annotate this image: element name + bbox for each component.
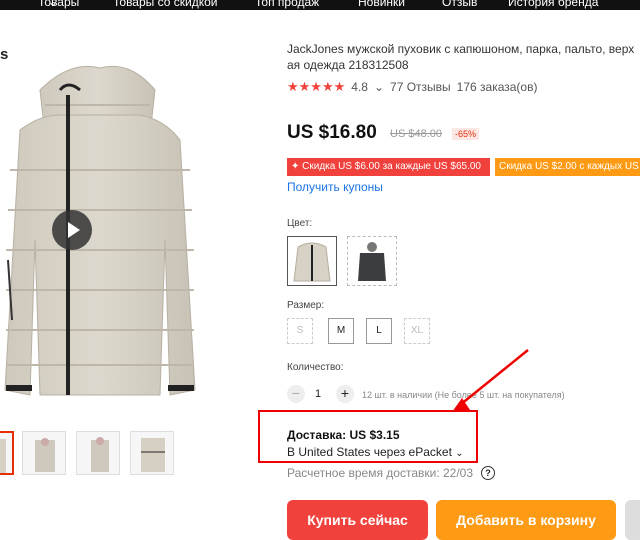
jacket-thumbnail-icon bbox=[141, 438, 165, 472]
reviews-link[interactable]: 77 Отзывы bbox=[390, 80, 451, 94]
chevron-down-icon: ⌄ bbox=[48, 0, 59, 9]
top-nav: Товары ⌄ Товары со скидкой Топ продаж Но… bbox=[0, 0, 640, 10]
nav-item-products[interactable]: Товары bbox=[38, 0, 79, 9]
nav-item-brand-history[interactable]: История бренда bbox=[508, 0, 598, 9]
quantity-decrease-button[interactable]: − bbox=[287, 385, 305, 403]
shipping-method-selector[interactable]: В United States через ePacket ⌄ bbox=[287, 445, 464, 459]
rating-value: 4.8 bbox=[351, 80, 368, 94]
thumbnail-1[interactable] bbox=[0, 431, 14, 475]
help-icon[interactable]: ? bbox=[481, 466, 495, 480]
thumbnail-3[interactable] bbox=[76, 431, 120, 475]
color-label: Цвет: bbox=[287, 218, 313, 229]
nav-item-top-sales[interactable]: Топ продаж bbox=[255, 0, 319, 9]
size-option-s[interactable]: S bbox=[287, 318, 313, 344]
rating-row: ★★★★★ 4.8 ⌄ 77 Отзывы 176 заказа(ов) bbox=[287, 79, 537, 95]
coupon-badge-1[interactable]: ✦ Скидка US $6.00 за каждые US $65.00 bbox=[287, 158, 490, 176]
shipping-method-label: В United States через ePacket bbox=[287, 445, 452, 459]
nav-item-discounts[interactable]: Товары со скидкой bbox=[113, 0, 217, 9]
play-icon bbox=[68, 222, 80, 238]
discount-badge: -65% bbox=[452, 128, 480, 140]
jacket-illustration bbox=[4, 65, 196, 396]
product-title: JackJones мужской пуховик с капюшоном, п… bbox=[287, 42, 635, 72]
coupon-badge-2[interactable]: Скидка US $2.00 с каждых US bbox=[495, 158, 640, 176]
jacket-swatch-icon bbox=[293, 242, 331, 282]
color-option-black[interactable] bbox=[347, 236, 397, 286]
color-option-beige[interactable] bbox=[287, 236, 337, 286]
size-option-m[interactable]: M bbox=[328, 318, 354, 344]
quantity-value[interactable]: 1 bbox=[315, 388, 321, 400]
add-to-cart-button[interactable]: Добавить в корзину bbox=[436, 500, 616, 540]
old-price: US $48.00 bbox=[390, 128, 442, 140]
quantity-increase-button[interactable]: + bbox=[336, 385, 354, 403]
jacket-thumbnail-icon bbox=[91, 437, 109, 472]
nav-item-new[interactable]: Новинки bbox=[358, 0, 405, 9]
buy-now-button[interactable]: Купить сейчас bbox=[287, 500, 428, 540]
thumbnail-2[interactable] bbox=[22, 431, 66, 475]
jacket-thumbnail-icon bbox=[35, 438, 55, 472]
size-option-xl[interactable]: XL bbox=[404, 318, 430, 344]
chevron-down-icon: ⌄ bbox=[455, 448, 464, 459]
thumbnail-4[interactable] bbox=[130, 431, 174, 475]
nav-item-reviews[interactable]: Отзыв bbox=[442, 0, 477, 9]
wishlist-button[interactable] bbox=[625, 500, 640, 540]
current-price: US $16.80 bbox=[287, 122, 377, 143]
orders-count: 176 заказа(ов) bbox=[456, 80, 538, 94]
play-video-button[interactable] bbox=[52, 210, 92, 250]
delivery-eta: Расчетное время доставки: 22/03 bbox=[287, 466, 474, 480]
rating-stars-icon: ★★★★★ bbox=[287, 79, 346, 94]
product-main-image[interactable] bbox=[0, 60, 200, 405]
chevron-down-icon[interactable]: ⌄ bbox=[374, 80, 384, 94]
size-option-l[interactable]: L bbox=[366, 318, 392, 344]
stock-info: 12 шт. в наличии (Не более 5 шт. на поку… bbox=[362, 390, 565, 400]
jacket-swatch-icon bbox=[358, 242, 386, 281]
jacket-thumbnail-icon bbox=[0, 439, 6, 473]
quantity-label: Количество: bbox=[287, 362, 344, 373]
shipping-price: Доставка: US $3.15 bbox=[287, 428, 400, 442]
size-label: Размер: bbox=[287, 300, 325, 311]
get-coupons-link[interactable]: Получить купоны bbox=[287, 180, 383, 194]
